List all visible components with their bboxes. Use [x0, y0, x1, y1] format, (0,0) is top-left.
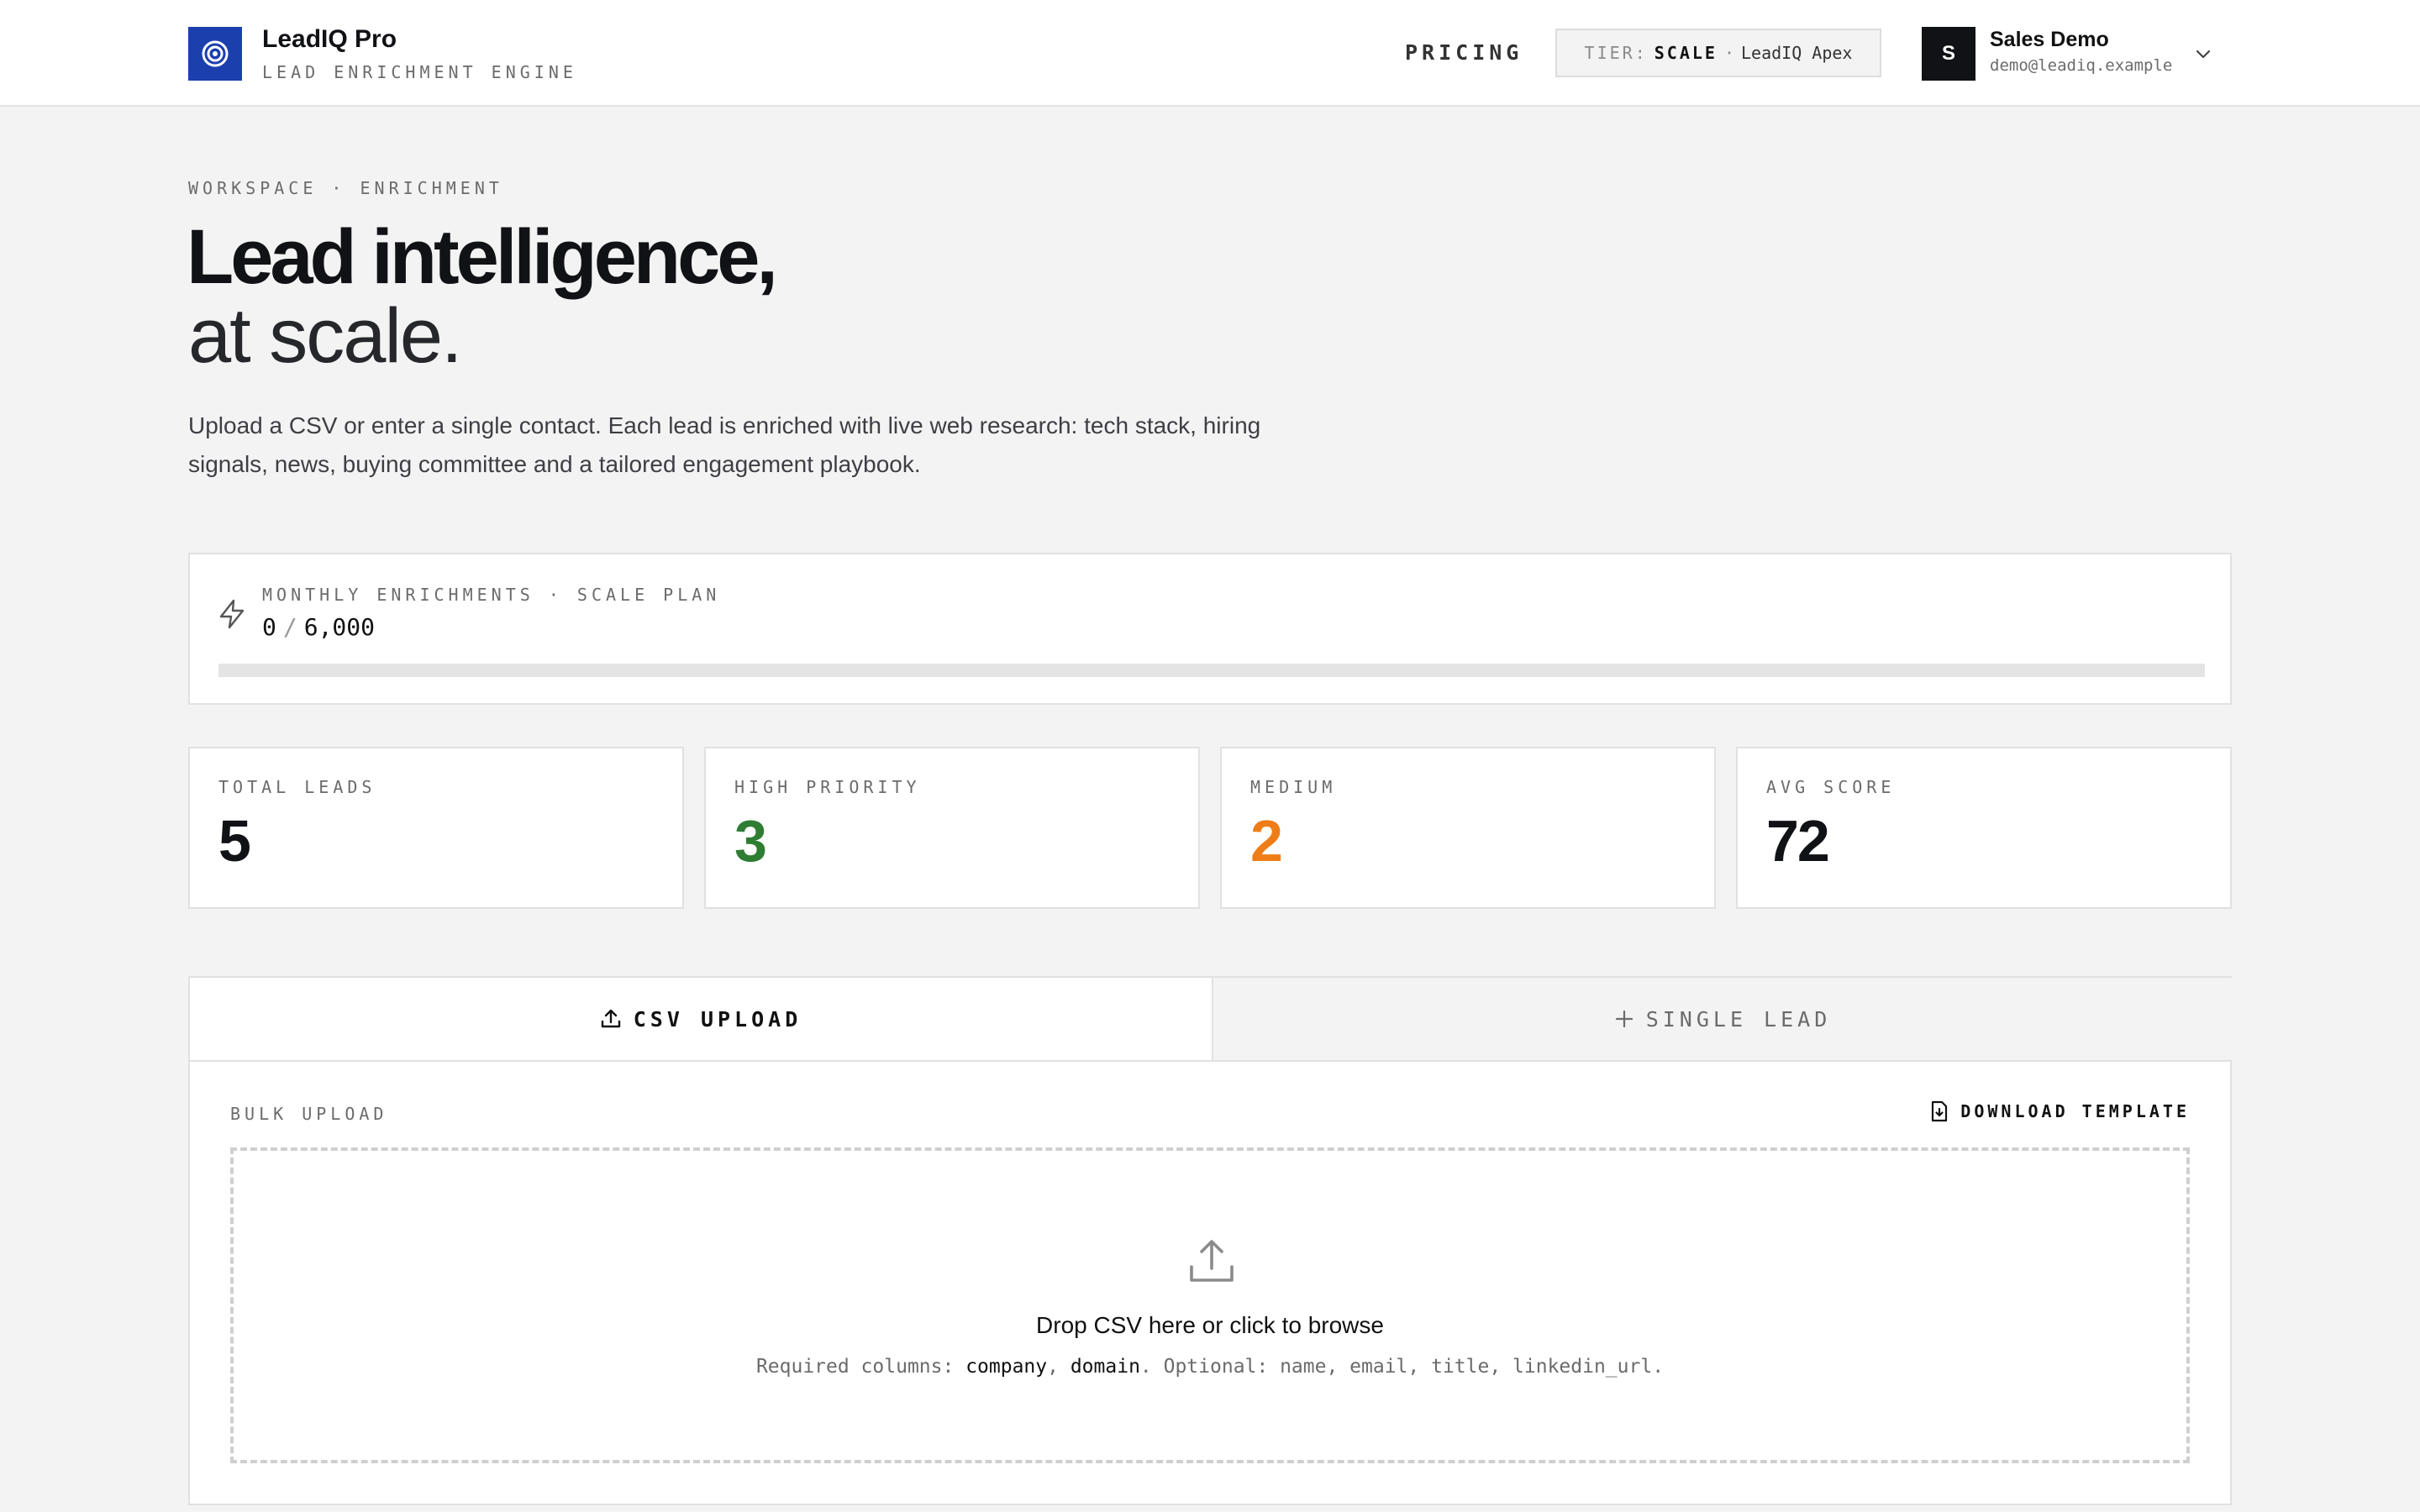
- quota-progress-bar: [218, 664, 2205, 677]
- dropzone-hint: Required columns: company, domain. Optio…: [234, 1356, 2186, 1378]
- stat-label: TOTAL LEADS: [218, 777, 376, 797]
- tier-separator: ·: [1723, 43, 1735, 63]
- file-download-icon: [1932, 1100, 1948, 1122]
- user-avatar[interactable]: S: [1922, 27, 1975, 81]
- user-email: demo@leadiq.example: [1990, 56, 2173, 75]
- required-column-company: company: [965, 1356, 1048, 1378]
- tier-badge: TIER: SCALE · LeadIQ Apex: [1555, 29, 1881, 77]
- tab-label: CSV UPLOAD: [633, 1006, 802, 1032]
- tier-key: TIER:: [1584, 43, 1648, 63]
- top-header: LeadIQ Pro LEAD ENRICHMENT ENGINE PRICIN…: [0, 0, 2420, 107]
- page-description: Upload a CSV or enter a single contact. …: [188, 412, 1261, 477]
- quota-separator: /: [282, 613, 297, 641]
- csv-dropzone[interactable]: Drop CSV here or click to browse Require…: [230, 1147, 2190, 1463]
- upload-panel: CSV UPLOAD SINGLE LEAD BULK UPLOAD DOWNL…: [188, 976, 2232, 1505]
- hint-prefix: Required columns:: [755, 1356, 966, 1378]
- plus-icon: [1615, 1010, 1633, 1028]
- page-title: Lead intelligence,: [187, 214, 778, 300]
- brand-logo[interactable]: [188, 27, 242, 81]
- stat-value: 2: [1250, 808, 1283, 874]
- brand-tagline: LEAD ENRICHMENT ENGINE: [262, 62, 577, 82]
- bulk-upload-label: BULK UPLOAD: [230, 1104, 388, 1124]
- brand-name[interactable]: LeadIQ Pro: [262, 25, 397, 54]
- nav-pricing-link[interactable]: PRICING: [1405, 40, 1523, 65]
- lightning-bolt-icon: [217, 598, 247, 630]
- stat-card-avg-score: AVG SCORE 72: [1736, 747, 2232, 909]
- quota-used: 0: [262, 613, 276, 641]
- stat-value: 3: [734, 808, 767, 874]
- tab-divider: [190, 1060, 2232, 1062]
- user-name[interactable]: Sales Demo: [1990, 28, 2109, 52]
- quota-limit: 6,000: [303, 613, 376, 641]
- stat-label: MEDIUM: [1250, 777, 1337, 797]
- required-column-domain: domain: [1070, 1356, 1140, 1378]
- tab-csv-upload[interactable]: CSV UPLOAD: [190, 978, 1212, 1060]
- stat-card-total-leads: TOTAL LEADS 5: [188, 747, 684, 909]
- target-logo-icon: [202, 40, 229, 67]
- tier-value: SCALE: [1654, 43, 1718, 63]
- user-menu-chevron-down-icon[interactable]: [2193, 44, 2213, 64]
- hint-suffix: . Optional: name, email, title, linkedin…: [1139, 1356, 1665, 1378]
- tab-single-lead[interactable]: SINGLE LEAD: [1212, 978, 2232, 1060]
- stat-label: HIGH PRIORITY: [734, 777, 921, 797]
- upload-tray-icon: [1186, 1236, 1237, 1287]
- download-template-button[interactable]: DOWNLOAD TEMPLATE: [1930, 1100, 2190, 1122]
- stat-value: 5: [218, 808, 251, 874]
- breadcrumb: WORKSPACE · ENRICHMENT: [188, 178, 503, 198]
- page-subtitle: at scale.: [188, 293, 463, 379]
- dropzone-title: Drop CSV here or click to browse: [1036, 1312, 1384, 1338]
- download-template-label: DOWNLOAD TEMPLATE: [1960, 1101, 2190, 1121]
- stat-card-medium: MEDIUM 2: [1220, 747, 1716, 909]
- tier-product: LeadIQ Apex: [1741, 43, 1853, 63]
- stat-value: 72: [1766, 808, 1830, 874]
- upload-icon: [601, 1009, 620, 1028]
- enrichment-quota-card: MONTHLY ENRICHMENTS · SCALE PLAN 0/6,000: [188, 553, 2232, 705]
- stat-label: AVG SCORE: [1766, 777, 1896, 797]
- hint-comma: ,: [1047, 1356, 1071, 1378]
- tab-label: SINGLE LEAD: [1645, 1006, 1832, 1032]
- quota-count: 0/6,000: [262, 613, 375, 641]
- stat-card-high-priority: HIGH PRIORITY 3: [704, 747, 1200, 909]
- quota-label: MONTHLY ENRICHMENTS · SCALE PLAN: [262, 585, 721, 605]
